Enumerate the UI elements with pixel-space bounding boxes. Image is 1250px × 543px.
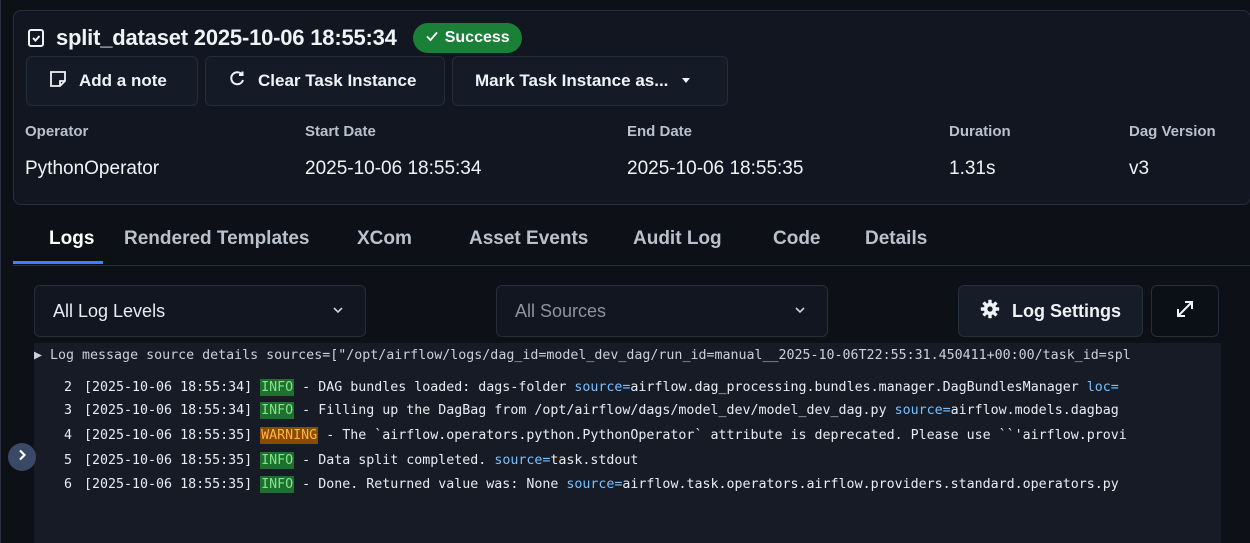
log-line: 5 [2025-10-06 18:55:35] INFO - Data split… xyxy=(34,450,638,472)
gear-icon xyxy=(980,299,1000,324)
meta-value-operator: PythonOperator xyxy=(25,158,160,179)
meta-value-duration: 1.31s xyxy=(949,158,996,179)
log-message: - Done. Returned value was: None xyxy=(294,477,567,492)
log-source-key: source= xyxy=(894,403,951,418)
mark-label: Mark Task Instance as... xyxy=(475,71,669,90)
fullscreen-button[interactable] xyxy=(1151,285,1219,337)
log-line: 2 [2025-10-06 18:55:34] INFO - DAG bundle… xyxy=(34,377,1119,399)
line-number: 5 xyxy=(63,453,72,468)
log-message: - Filling up the DagBag from /opt/airflo… xyxy=(294,403,895,418)
expand-icon xyxy=(1174,298,1196,325)
log-level-badge: INFO xyxy=(260,379,295,396)
log-level-badge: INFO xyxy=(260,402,295,419)
line-number: 4 xyxy=(63,428,72,443)
status-badge: Success xyxy=(412,23,522,53)
log-source-select[interactable]: All Sources xyxy=(496,285,828,337)
log-level-badge: WARNING xyxy=(260,427,319,444)
add-note-button[interactable]: Add a note xyxy=(26,56,198,106)
add-note-label: Add a note xyxy=(79,71,167,90)
meta-label-end-date: End Date xyxy=(627,123,693,140)
log-settings-button[interactable]: Log Settings xyxy=(958,285,1143,337)
chevron-right-icon xyxy=(15,448,29,467)
chevron-down-icon xyxy=(793,301,807,322)
task-file-icon xyxy=(26,28,46,48)
tab-details[interactable]: Details xyxy=(865,228,927,265)
log-source-placeholder: All Sources xyxy=(515,300,607,321)
task-instance-view: split_dataset 2025-10-06 18:55:34 Succes… xyxy=(0,0,1250,543)
tab-asset-events[interactable]: Asset Events xyxy=(469,228,588,265)
meta-value-end-date: 2025-10-06 18:55:35 xyxy=(627,158,804,179)
log-timestamp: [2025-10-06 18:55:34] xyxy=(84,380,253,395)
meta-label-start-date: Start Date xyxy=(305,123,376,140)
status-label: Success xyxy=(444,29,510,46)
tab-logs[interactable]: Logs xyxy=(49,228,94,265)
log-viewer[interactable]: ▶ Log message source details sources=["/… xyxy=(34,343,1221,543)
line-number: 3 xyxy=(63,403,72,418)
log-line: 4 [2025-10-06 18:55:35] WARNING - The `ai… xyxy=(34,425,1127,447)
tab-code[interactable]: Code xyxy=(773,228,821,265)
log-message: - DAG bundles loaded: dags-folder xyxy=(294,380,575,395)
title-row: split_dataset 2025-10-06 18:55:34 Succes… xyxy=(26,22,522,54)
note-icon xyxy=(49,70,67,93)
tab-audit-log[interactable]: Audit Log xyxy=(633,228,722,265)
log-source-key: source= xyxy=(494,453,551,468)
log-timestamp: [2025-10-06 18:55:34] xyxy=(84,403,253,418)
caret-down-icon xyxy=(680,71,692,91)
tab-bar: Logs Rendered Templates XCom Asset Event… xyxy=(13,218,1250,266)
log-level-value: All Log Levels xyxy=(53,300,166,321)
log-timestamp: [2025-10-06 18:55:35] xyxy=(84,428,253,443)
action-buttons: Add a note Clear Task Instance Mark Task… xyxy=(26,56,728,106)
log-source-value: airflow.models.dagbag xyxy=(950,403,1119,418)
page-title: split_dataset 2025-10-06 18:55:34 xyxy=(56,25,397,50)
active-tab-indicator xyxy=(13,261,103,264)
tab-xcom[interactable]: XCom xyxy=(357,228,412,265)
log-source-key: source= xyxy=(574,380,631,395)
meta-label-duration: Duration xyxy=(949,123,1011,140)
log-line: 3 [2025-10-06 18:55:34] INFO - Filling up… xyxy=(34,400,1119,422)
log-line: 6 [2025-10-06 18:55:35] INFO - Done. Retu… xyxy=(34,474,1119,496)
log-level-badge: INFO xyxy=(260,476,295,493)
meta-value-dag-version: v3 xyxy=(1129,158,1150,179)
log-source-value: airflow.task.operators.airflow.providers… xyxy=(622,477,1119,492)
clear-task-instance-button[interactable]: Clear Task Instance xyxy=(205,56,445,106)
log-source-details[interactable]: ▶ Log message source details sources=["/… xyxy=(34,348,1131,363)
log-source-value: airflow.dag_processing.bundles.manager.D… xyxy=(630,380,1087,395)
log-message: - Data split completed. xyxy=(294,453,495,468)
clear-label: Clear Task Instance xyxy=(258,71,417,90)
log-message: - The `airflow.operators.python.PythonOp… xyxy=(318,428,1127,443)
meta-value-start-date: 2025-10-06 18:55:34 xyxy=(305,158,482,179)
tab-rendered-templates[interactable]: Rendered Templates xyxy=(124,228,309,265)
line-number: 6 xyxy=(63,477,72,492)
line-number: 2 xyxy=(63,380,72,395)
log-timestamp: [2025-10-06 18:55:35] xyxy=(84,453,253,468)
refresh-icon xyxy=(228,70,246,93)
sidebar-toggle-button[interactable] xyxy=(8,443,36,471)
mark-task-instance-button[interactable]: Mark Task Instance as... xyxy=(452,56,728,106)
log-settings-label: Log Settings xyxy=(1012,300,1121,321)
check-icon xyxy=(425,29,439,48)
log-source-value: task.stdout xyxy=(550,453,639,468)
log-level-select[interactable]: All Log Levels xyxy=(34,285,366,337)
chevron-down-icon xyxy=(331,301,345,322)
log-extra-key: loc= xyxy=(1086,380,1119,395)
log-source-key: source= xyxy=(566,477,623,492)
meta-label-dag-version: Dag Version xyxy=(1129,123,1216,140)
log-level-badge: INFO xyxy=(260,452,295,469)
log-timestamp: [2025-10-06 18:55:35] xyxy=(84,477,253,492)
meta-label-operator: Operator xyxy=(25,123,89,140)
